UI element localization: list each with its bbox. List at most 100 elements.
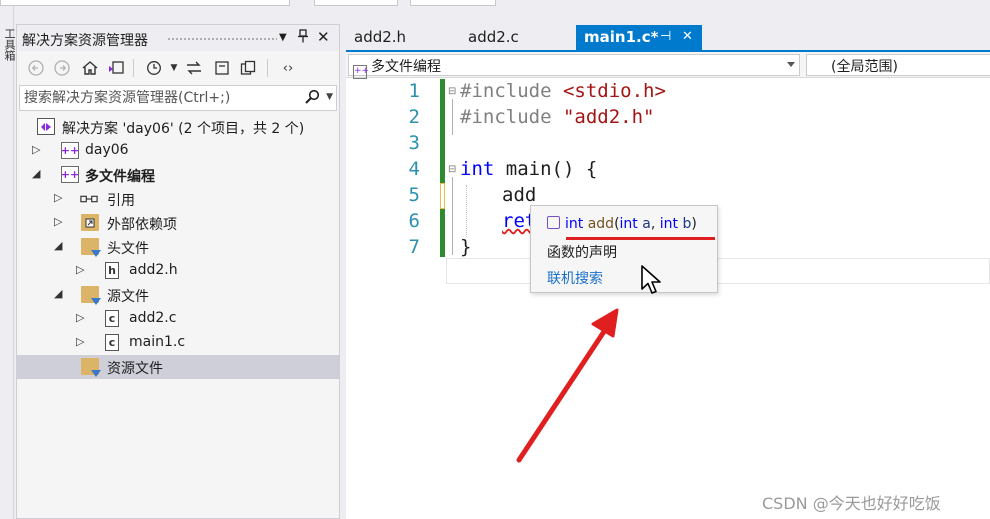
collapse-arrow-icon[interactable]: ◢	[54, 239, 62, 252]
expand-arrow-icon[interactable]: ▷	[54, 215, 62, 228]
c-file-icon: c	[105, 334, 119, 351]
tree-item-external-deps[interactable]: ▷ 外部依赖项	[17, 211, 339, 235]
tree-item-references[interactable]: ▷ 引用	[17, 187, 339, 211]
outline-line	[452, 99, 453, 135]
home-icon[interactable]	[79, 57, 101, 79]
window-position-dropdown-icon[interactable]: ▼	[279, 32, 287, 43]
tree-item-label: 资源文件	[107, 361, 163, 377]
tree-item-resource-files[interactable]: 资源文件	[17, 355, 339, 379]
back-icon[interactable]	[25, 57, 47, 79]
project-dropdown[interactable]: ++ 多文件编程	[348, 54, 800, 79]
tree-item-label: 源文件	[107, 289, 149, 305]
tree-item-add2-c[interactable]: ▷ c add2.c	[17, 307, 339, 331]
collapse-arrow-icon[interactable]: ◢	[54, 287, 62, 300]
pin-icon[interactable]	[297, 29, 309, 47]
collapse-all-icon[interactable]	[211, 57, 233, 79]
online-search-link[interactable]: 联机搜索	[547, 268, 603, 288]
sig-return-type: int	[565, 216, 584, 232]
search-options-dropdown-icon[interactable]: ▼	[326, 92, 333, 102]
tree-item-main1-c[interactable]: ▷ c main1.c	[17, 331, 339, 355]
solution-search-box[interactable]: ▼	[19, 85, 337, 111]
forward-icon[interactable]	[51, 57, 73, 79]
function-description: 函数的声明	[547, 245, 617, 261]
tree-item-label: add2.h	[129, 262, 178, 278]
line-number: 1	[408, 80, 420, 102]
tree-item-solution[interactable]: 解决方案 'day06' (2 个项目，共 2 个)	[17, 115, 339, 139]
solution-tree: 解决方案 'day06' (2 个项目，共 2 个) ▷ ++ day06 ◢ …	[17, 115, 339, 379]
watermark: CSDN @今天也好好吃饭	[762, 494, 941, 513]
keyword: int	[460, 158, 495, 180]
line-number: 6	[408, 210, 420, 232]
line-number: 4	[408, 158, 420, 180]
tab-add2-h[interactable]: add2.h	[346, 25, 458, 50]
toolbar-box	[0, 0, 290, 6]
code-line-4: int main() {	[460, 158, 597, 180]
project-dropdown-value: 多文件编程	[371, 59, 441, 75]
tab-label: add2.c	[468, 28, 519, 46]
collapse-outline-icon[interactable]: ⊟	[448, 86, 456, 97]
code-line-2: #include "add2.h"	[460, 106, 654, 128]
current-line-highlight	[446, 258, 990, 284]
preprocessor-directive: #include	[460, 80, 552, 102]
tree-item-project-day06[interactable]: ▷ ++ day06	[17, 139, 339, 163]
tab-main1-c[interactable]: main1.c* ⊣ ✕	[576, 25, 702, 50]
search-icon[interactable]	[304, 89, 320, 109]
toolbar-combo[interactable]	[410, 0, 496, 6]
tree-item-label: 引用	[107, 193, 135, 209]
solution-explorer-panel: 解决方案资源管理器 ▼ ✕ ▼ ‹› 搜索解决方案资源管理器(Ctrl+;) ▼…	[16, 24, 340, 519]
tree-item-label: main1.c	[129, 334, 186, 350]
expand-arrow-icon[interactable]: ▷	[32, 143, 40, 156]
filter-dropdown-icon[interactable]: ▼	[163, 57, 185, 79]
switch-views-icon[interactable]	[105, 57, 127, 79]
code-line-1: #include <stdio.h>	[460, 80, 666, 102]
collapse-arrow-icon[interactable]: ◢	[32, 167, 40, 180]
tree-item-label: add2.c	[129, 310, 177, 326]
c-file-icon: c	[105, 310, 119, 327]
solution-search-input[interactable]	[20, 86, 290, 110]
sig-param-type: int	[659, 216, 679, 232]
toolbar-separator	[267, 59, 268, 77]
chevron-down-icon	[787, 62, 795, 67]
view-code-icon[interactable]: ‹›	[277, 57, 299, 79]
filter-folder-icon	[81, 358, 101, 377]
toolbox-side-tab[interactable]: 工具箱	[0, 6, 16, 519]
tab-close-icon[interactable]: ✕	[682, 29, 693, 44]
sig-function-name: add	[587, 216, 615, 232]
expand-arrow-icon[interactable]: ▷	[76, 335, 84, 348]
collapse-outline-icon[interactable]: ⊟	[448, 164, 456, 175]
toolbar-combo[interactable]	[314, 0, 398, 6]
tab-label: add2.h	[354, 28, 407, 46]
sync-with-document-icon[interactable]	[183, 57, 205, 79]
toolbox-label: 工具箱	[3, 28, 16, 61]
tab-add2-c[interactable]: add2.c	[460, 25, 572, 50]
show-all-files-icon[interactable]	[237, 57, 259, 79]
annotation-arrow	[516, 308, 619, 463]
code-view[interactable]: 1 2 3 4 5 6 7 ⊟ ⊟ #include <stdio.h> #in…	[346, 79, 990, 519]
tree-item-header-files[interactable]: ◢ 头文件	[17, 235, 339, 259]
filter-folder-icon	[81, 286, 101, 305]
expand-arrow-icon[interactable]: ▷	[76, 263, 84, 276]
line-number: 3	[408, 132, 420, 154]
line-number: 2	[408, 106, 420, 128]
solution-icon	[37, 118, 55, 135]
sig-param-name: a	[642, 216, 651, 232]
tree-item-label: day06	[85, 142, 129, 158]
sig-paren: )	[691, 216, 697, 232]
tree-item-project-multifile[interactable]: ◢ ++ 多文件编程	[17, 163, 339, 187]
tab-pin-icon[interactable]: ⊣	[660, 29, 671, 44]
tree-item-label: 多文件编程	[85, 169, 155, 185]
function-signature: int add(int a, int b)	[547, 216, 697, 232]
expand-arrow-icon[interactable]: ▷	[54, 191, 62, 204]
function-cube-icon	[547, 216, 560, 229]
quick-info-popup: int add(int a, int b) 函数的声明 联机搜索	[530, 205, 718, 293]
drag-grip[interactable]	[167, 37, 277, 41]
code-text: main() {	[494, 158, 598, 180]
annotation-underline	[566, 237, 715, 240]
tree-item-source-files[interactable]: ◢ 源文件	[17, 283, 339, 307]
external-dependencies-folder-icon	[81, 214, 99, 231]
close-icon[interactable]: ✕	[317, 28, 330, 46]
expand-arrow-icon[interactable]: ▷	[76, 311, 84, 324]
pending-changes-filter-icon[interactable]	[143, 57, 165, 79]
tree-item-add2-h[interactable]: ▷ h add2.h	[17, 259, 339, 283]
scope-dropdown[interactable]: (全局范围)	[806, 54, 990, 76]
